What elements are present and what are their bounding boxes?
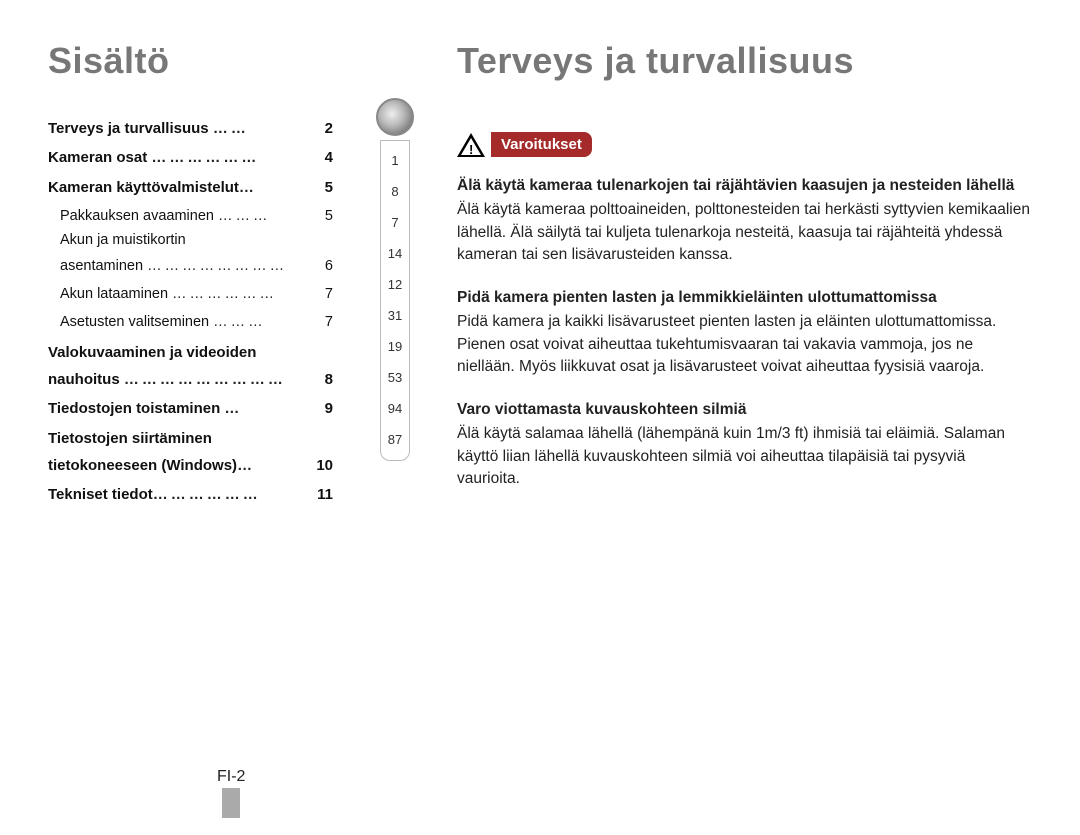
toc-label: Tiedostojen toistaminen [48,394,220,423]
toc-page: 5 [319,173,333,202]
ref-number: 94 [388,399,402,417]
toc-page: 2 [319,114,333,143]
toc-label: Asetusten valitseminen [60,308,209,336]
toc-page: 9 [319,394,333,423]
ref-number: 53 [388,368,402,386]
toc-item-cont: Tietostojen siirtäminen [48,427,333,451]
toc-subitem: Pakkauksen avaaminen ……… 5 [48,202,333,230]
section-heading: Älä käytä kameraa tulenarkojen tai räjäh… [457,175,1032,197]
toc-label: Akun lataaminen [60,280,168,308]
toc-label: nauhoitus [48,365,120,394]
disc-icon [376,98,414,136]
toc-label: Pakkauksen avaaminen [60,202,214,230]
left-column: Sisältö Terveys ja turvallisuus …… 2 Kam… [48,40,333,511]
warning-triangle-icon: ! [457,133,485,157]
ref-number: 7 [391,213,398,231]
section-heading: Varo viottamasta kuvauskohteen silmiä [457,399,1032,421]
toc-page: 11 [311,480,333,509]
toc-item: Tekniset tiedot ……………… 11 [48,480,333,509]
toc-label: Kameran osat [48,143,147,172]
toc-subitem-cont: Akun ja muistikortin [48,230,333,252]
toc-item: Terveys ja turvallisuus …… 2 [48,114,333,143]
ref-number: 14 [388,244,402,262]
toc-subitem: Akun lataaminen ……………… 7 [48,280,333,308]
ref-number: 87 [388,430,402,448]
toc-label: asentaminen [60,252,143,280]
safety-section: Varo viottamasta kuvauskohteen silmiä Äl… [457,399,1032,491]
footer-bar [222,788,240,818]
safety-section: Älä käytä kameraa tulenarkojen tai räjäh… [457,175,1032,267]
reference-numbers: 1 8 7 14 12 31 19 53 94 87 [380,140,410,461]
ref-number: 12 [388,275,402,293]
toc-item: Tiedostojen toistaminen … 9 [48,394,333,423]
toc-item: Kameran käyttövalmistelut … 5 [48,173,333,202]
ref-number: 19 [388,337,402,355]
page-number: FI-2 [217,768,245,785]
toc-label: Kameran käyttövalmistelut [48,173,239,202]
toc-page: 5 [319,202,333,230]
toc-page: 4 [319,143,333,172]
toc-page: 6 [319,252,333,280]
section-heading: Pidä kamera pienten lasten ja lemmikkiel… [457,287,1032,309]
left-title: Sisältö [48,40,333,82]
toc-page: 7 [319,280,333,308]
toc-label: Terveys ja turvallisuus [48,114,209,143]
document-page: Sisältö Terveys ja turvallisuus …… 2 Kam… [0,0,1080,535]
table-of-contents: Terveys ja turvallisuus …… 2 Kameran osa… [48,114,333,510]
safety-section: Pidä kamera pienten lasten ja lemmikkiel… [457,287,1032,379]
section-body: Älä käytä kameraa polttoaineiden, poltto… [457,199,1032,266]
toc-label: tietokoneeseen (Windows) [48,451,237,480]
warning-pill: Varoitukset [491,132,592,157]
toc-page: 8 [319,365,333,394]
ref-number: 1 [391,151,398,169]
toc-item: Kameran osat ……………… 4 [48,143,333,172]
toc-item-cont: Valokuvaaminen ja videoiden [48,341,333,365]
toc-page: 7 [319,308,333,336]
reference-strip: 1 8 7 14 12 31 19 53 94 87 [375,98,415,511]
right-column: Terveys ja turvallisuus ! Varoitukset Äl… [457,40,1032,511]
warning-header: ! Varoitukset [457,132,1032,157]
toc-item: tietokoneeseen (Windows) … 10 [48,451,333,480]
toc-label: Tekniset tiedot [48,480,153,509]
toc-item: nauhoitus ……………………… 8 [48,365,333,394]
page-footer: FI-2 [217,768,245,818]
toc-subitem: asentaminen …………………… 6 [48,252,333,280]
ref-number: 31 [388,306,402,324]
right-title: Terveys ja turvallisuus [457,40,1032,82]
toc-page: 10 [310,451,333,480]
ref-number: 8 [391,182,398,200]
section-body: Älä käytä salamaa lähellä (lähempänä kui… [457,423,1032,490]
section-body: Pidä kamera ja kaikki lisävarusteet pien… [457,311,1032,378]
toc-subitem: Asetusten valitseminen ……… 7 [48,308,333,336]
